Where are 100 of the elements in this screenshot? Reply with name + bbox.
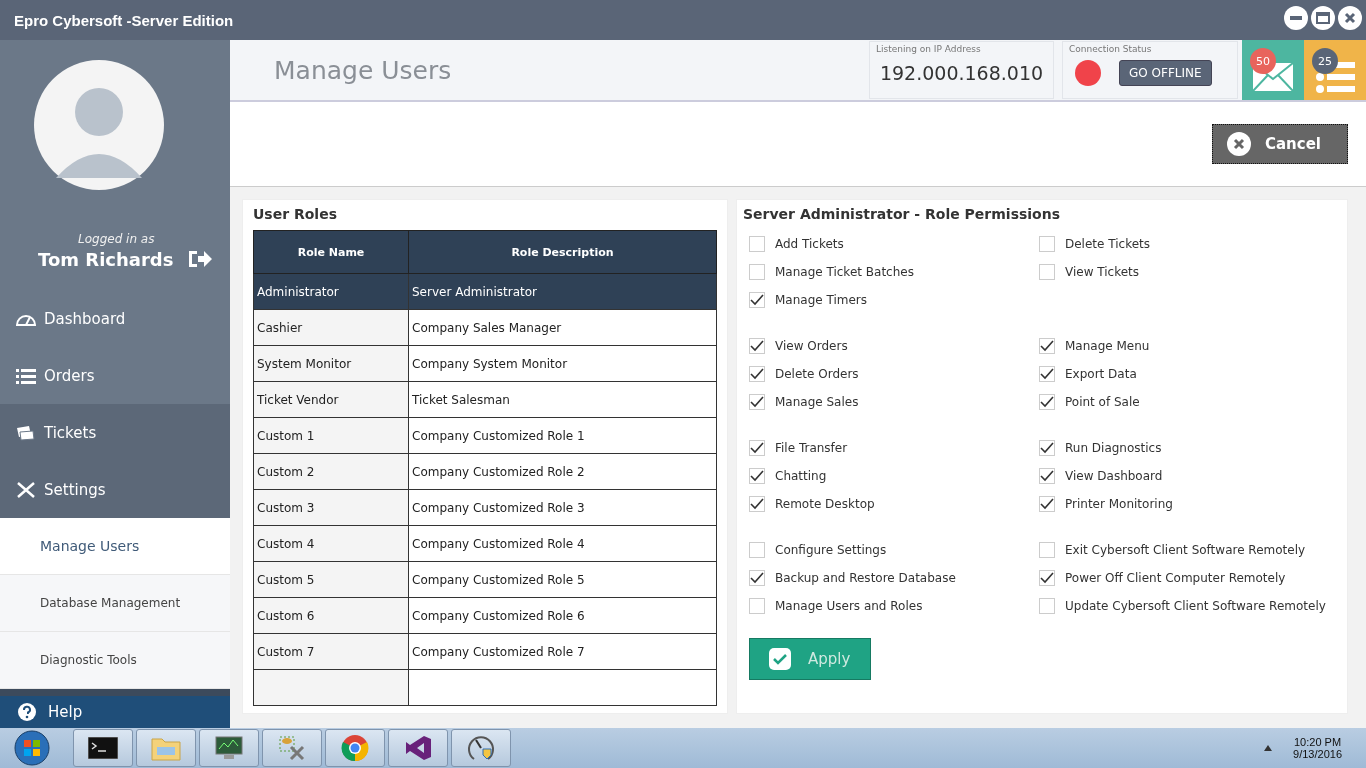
check-icon: [750, 442, 764, 454]
permission-checkbox[interactable]: View Orders: [749, 332, 1039, 360]
check-icon: [750, 470, 764, 482]
permission-label: Exit Cybersoft Client Software Remotely: [1065, 543, 1306, 557]
permission-label: Export Data: [1065, 367, 1137, 381]
permission-label: Backup and Restore Database: [775, 571, 956, 585]
maximize-button[interactable]: [1311, 6, 1335, 30]
permission-label: Update Cybersoft Client Software Remotely: [1065, 599, 1326, 613]
permission-checkbox[interactable]: Delete Tickets: [1039, 230, 1335, 258]
section-title: User Roles: [253, 206, 338, 222]
permission-label: Manage Timers: [775, 293, 868, 307]
permission-checkbox[interactable]: Manage Sales: [749, 388, 1039, 416]
permission-checkbox[interactable]: Point of Sale: [1039, 388, 1335, 416]
logged-in-caption: Logged in as: [78, 232, 156, 246]
check-icon: [750, 340, 764, 352]
maximize-icon: [1316, 11, 1330, 25]
menu-label: Dashboard: [44, 309, 126, 328]
clock-date: 9/13/2016: [1293, 748, 1342, 760]
monitor-icon: [214, 735, 244, 761]
permission-checkbox[interactable]: Remote Desktop: [749, 490, 1039, 518]
window-title: Epro Cybersoft -Server Edition: [14, 11, 234, 29]
permission-label: Manage Sales: [775, 395, 859, 409]
check-icon: [1040, 396, 1054, 408]
permission-checkbox[interactable]: Update Cybersoft Client Software Remotely: [1039, 592, 1335, 620]
permission-checkbox[interactable]: Exit Cybersoft Client Software Remotely: [1039, 536, 1335, 564]
check-icon: [1040, 368, 1054, 380]
check-icon: [750, 294, 764, 306]
minimize-button[interactable]: [1284, 6, 1308, 30]
list-icon: [16, 367, 36, 384]
notification-tile[interactable]: 25: [1304, 40, 1366, 100]
help-icon: [18, 703, 36, 721]
permission-label: Add Tickets: [775, 237, 844, 251]
permission-label: View Orders: [775, 339, 848, 353]
check-icon: [750, 396, 764, 408]
check-icon: [750, 498, 764, 510]
count-badge: 25: [1312, 48, 1338, 74]
check-icon: [1040, 572, 1054, 584]
help-item[interactable]: Help: [0, 696, 230, 728]
permission-label: Configure Settings: [775, 543, 887, 557]
permission-checkbox[interactable]: Printer Monitoring: [1039, 490, 1335, 518]
taskbar-app[interactable]: [388, 729, 448, 767]
permission-checkbox[interactable]: View Tickets: [1039, 258, 1335, 286]
cancel-label: Cancel: [1265, 135, 1321, 153]
menu-item[interactable]: Orders: [0, 347, 230, 404]
page-title: Manage Users: [274, 55, 453, 85]
permission-checkbox[interactable]: Backup and Restore Database: [749, 564, 1039, 592]
check-icon: [750, 368, 764, 380]
permission-label: Delete Tickets: [1065, 237, 1150, 251]
browser-icon: [341, 734, 369, 762]
permission-checkbox[interactable]: Export Data: [1039, 360, 1335, 388]
menu-label: Settings: [44, 480, 106, 499]
clock-time: 10:20 PM: [1294, 736, 1342, 748]
column-header: Role Description: [408, 230, 717, 274]
permission-label: Manage Ticket Batches: [775, 265, 914, 279]
submenu-item[interactable]: Database Management: [0, 575, 230, 632]
permission-label: File Transfer: [775, 441, 848, 455]
tickets-icon: [16, 424, 36, 441]
close-button[interactable]: [1338, 6, 1362, 30]
apply-label: Apply: [808, 650, 851, 668]
folder-icon: [151, 735, 181, 761]
menu-item[interactable]: Settings: [0, 461, 230, 518]
permission-checkbox[interactable]: Power Off Client Computer Remotely: [1039, 564, 1335, 592]
permission-checkbox[interactable]: Run Diagnostics: [1039, 434, 1335, 462]
permission-checkbox[interactable]: Manage Users and Roles: [749, 592, 1039, 620]
menu-label: Orders: [44, 366, 95, 385]
permission-checkbox[interactable]: Manage Ticket Batches: [749, 258, 1039, 286]
submenu-item[interactable]: Diagnostic Tools: [0, 632, 230, 689]
permission-checkbox[interactable]: File Transfer: [749, 434, 1039, 462]
permission-checkbox[interactable]: Configure Settings: [749, 536, 1039, 564]
menu-item[interactable]: Dashboard: [0, 290, 230, 347]
permission-checkbox[interactable]: Manage Menu: [1039, 332, 1335, 360]
permission-checkbox[interactable]: Chatting: [749, 462, 1039, 490]
permission-checkbox[interactable]: Delete Orders: [749, 360, 1039, 388]
logout-icon[interactable]: [187, 248, 214, 270]
permission-label: Run Diagnostics: [1065, 441, 1162, 455]
section-title: Server Administrator - Role Permissions: [743, 206, 1062, 222]
help-label: Help: [48, 703, 83, 721]
permission-checkbox[interactable]: View Dashboard: [1039, 462, 1335, 490]
gauge-icon: [466, 733, 496, 763]
permission-label: Power Off Client Computer Remotely: [1065, 571, 1286, 585]
permission-checkbox[interactable]: Manage Timers: [749, 286, 1039, 314]
connection-label: Connection Status: [1069, 44, 1153, 54]
taskbar-app[interactable]: [199, 729, 259, 767]
permission-label: Chatting: [775, 469, 827, 483]
menu-item[interactable]: Tickets: [0, 404, 230, 461]
tray-arrow-icon[interactable]: [1263, 744, 1274, 752]
user-name: Tom Richards: [38, 248, 174, 270]
permission-checkbox[interactable]: Add Tickets: [749, 230, 1039, 258]
permission-label: Delete Orders: [775, 367, 859, 381]
permission-label: Point of Sale: [1065, 395, 1140, 409]
count-badge: 50: [1250, 48, 1276, 74]
permission-label: Manage Menu: [1065, 339, 1150, 353]
cancel-button[interactable]: Cancel: [1212, 124, 1348, 164]
check-icon: [1040, 470, 1054, 482]
taskbar-app[interactable]: [73, 729, 133, 767]
go-offline-button[interactable]: GO OFFLINE: [1119, 60, 1212, 86]
permission-label: Manage Users and Roles: [775, 599, 923, 613]
close-icon: [1343, 11, 1357, 25]
permission-label: View Tickets: [1065, 265, 1140, 279]
start-button[interactable]: [14, 730, 50, 766]
